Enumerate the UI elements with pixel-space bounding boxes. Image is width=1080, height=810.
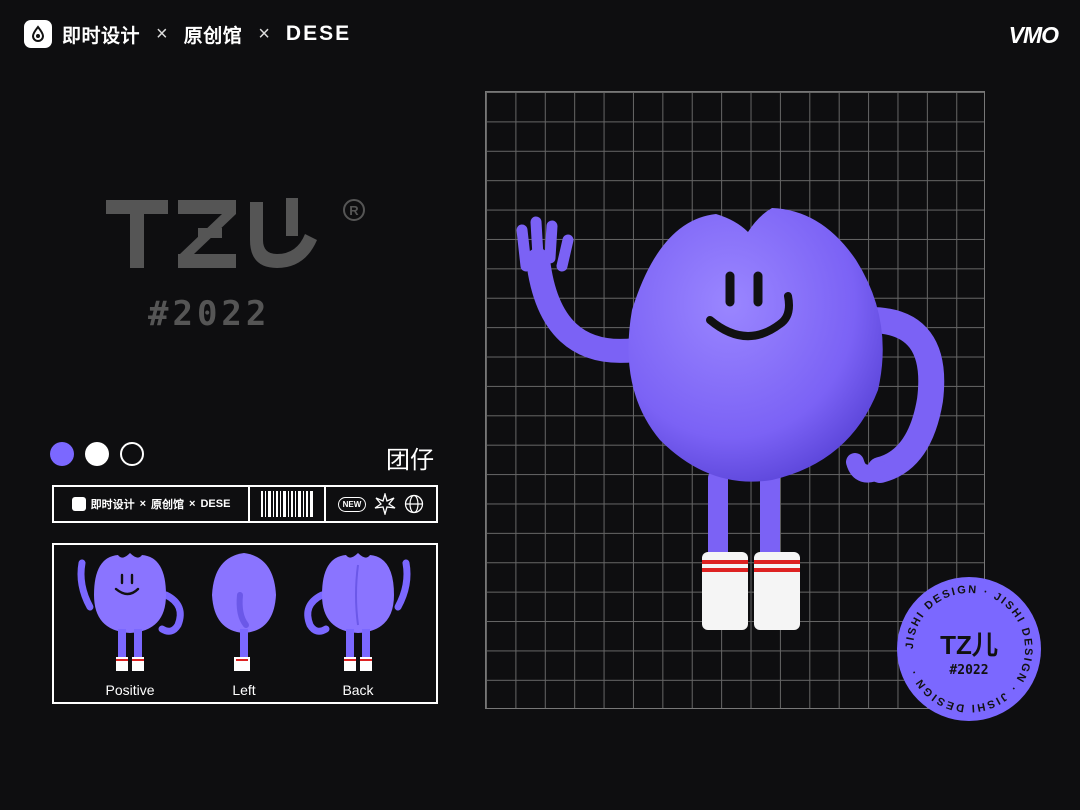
jishi-design-badge: JISHI DESIGN · JISHI DESIGN · JISHI DESI…	[897, 577, 1041, 721]
brand-yuanchuang: 原创馆	[183, 25, 243, 47]
character-views-panel: Positive Left Back	[52, 543, 438, 704]
year-label: #2022	[148, 294, 271, 334]
view-left: Left	[184, 545, 304, 702]
character-back-figure	[304, 553, 411, 671]
jishi-logo-icon	[24, 20, 52, 48]
view-positive: Positive	[70, 545, 190, 702]
character-side-figure	[212, 553, 276, 671]
header-brands: 即时设计 × 原创馆 × DESE	[24, 20, 351, 48]
character-front-figure	[77, 553, 184, 671]
swatch-white[interactable]	[85, 442, 109, 466]
brand-jishi: 即时设计	[62, 25, 141, 47]
color-swatches	[50, 442, 144, 466]
swatch-outline[interactable]	[120, 442, 144, 466]
separator-x: ×	[258, 22, 270, 45]
burst-icon	[374, 493, 396, 515]
globe-icon	[405, 494, 424, 514]
barcode-icon	[250, 487, 326, 521]
view-label-back: Back	[342, 682, 374, 698]
brand-strip: 即时设计 × 原创馆 × DESE NEW	[52, 485, 438, 523]
badge-tz-mark: TZ儿	[940, 630, 998, 660]
view-label-left: Left	[232, 682, 256, 698]
character-name: 团仔	[386, 447, 434, 474]
swatch-purple[interactable]	[50, 442, 74, 466]
strip-brand-jishi: 即时设计	[90, 499, 135, 511]
strip-sep: ×	[139, 498, 147, 510]
view-back: Back	[298, 545, 418, 702]
vmo-logo: VMO	[1008, 22, 1059, 48]
separator-x: ×	[156, 22, 168, 45]
view-label-positive: Positive	[105, 682, 155, 698]
new-badge: NEW	[337, 496, 367, 512]
jishi-mini-logo-icon	[71, 497, 86, 511]
badge-year: #2022	[949, 663, 988, 678]
strip-brand-dese: DESE	[200, 498, 231, 510]
strip-brand-yuanchuang: 原创馆	[151, 499, 185, 511]
mascot-character-figure	[516, 208, 945, 630]
registered-mark: R	[349, 203, 359, 218]
strip-sep: ×	[189, 498, 196, 510]
strip-icons: NEW	[326, 487, 436, 521]
brand-dese: DESE	[285, 22, 352, 45]
strip-brands: 即时设计 × 原创馆 × DESE	[54, 487, 250, 521]
